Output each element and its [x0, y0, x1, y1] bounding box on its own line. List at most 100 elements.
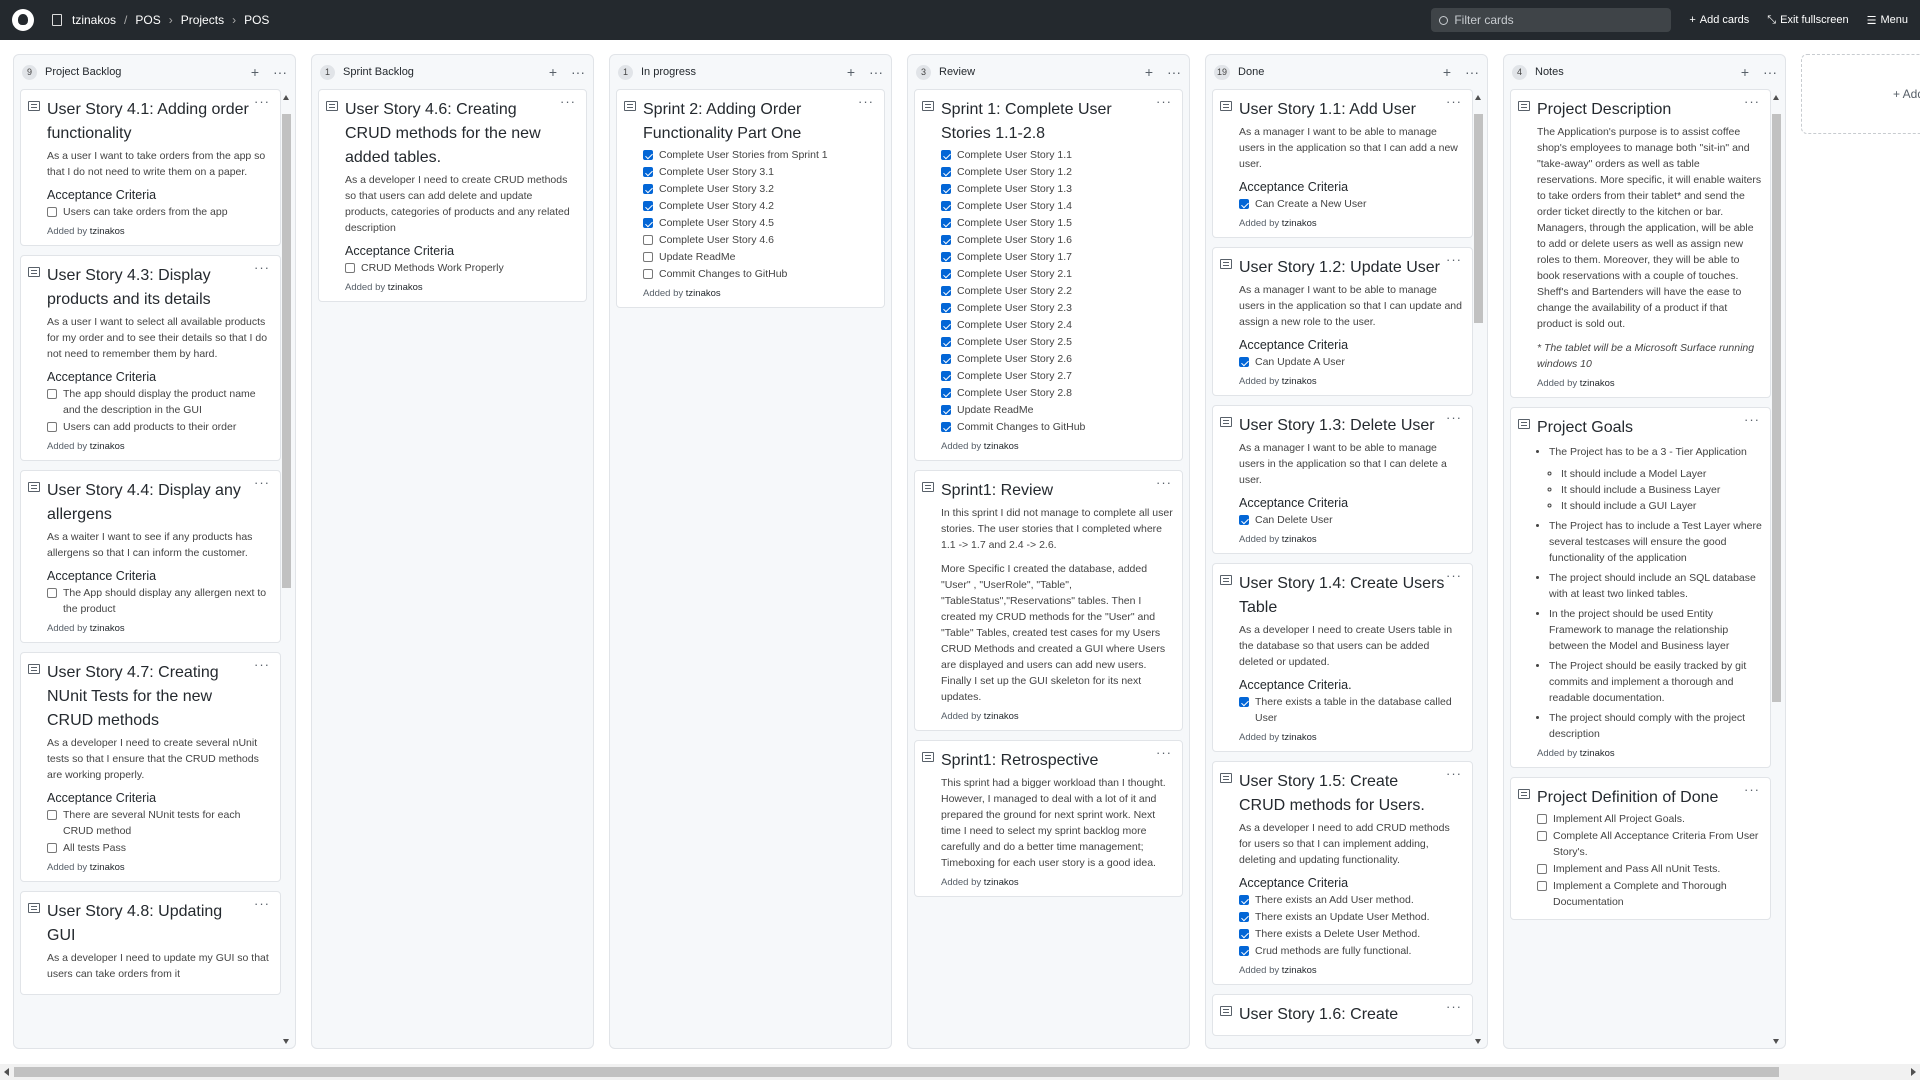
note-card[interactable]: ··· User Story 4.7: Creating NUnit Tests …	[20, 652, 281, 882]
task-checkbox[interactable]	[941, 422, 951, 432]
note-card[interactable]: ··· Project Description The Application's …	[1510, 89, 1771, 398]
note-card[interactable]: ··· User Story 4.6: Creating CRUD methods…	[318, 89, 587, 302]
note-card[interactable]: ··· User Story 4.8: Updating GUI As a deve…	[20, 891, 281, 995]
task-checkbox[interactable]	[643, 150, 653, 160]
task-checkbox[interactable]	[643, 269, 653, 279]
task-checkbox[interactable]	[643, 167, 653, 177]
task-checkbox[interactable]	[941, 167, 951, 177]
scroll-up-icon[interactable]	[1773, 95, 1779, 100]
task-checkbox[interactable]	[643, 201, 653, 211]
note-card[interactable]: ··· User Story 4.3: Display products and …	[20, 255, 281, 461]
scroll-left-icon[interactable]	[4, 1068, 9, 1076]
card-menu-icon[interactable]: ···	[1446, 252, 1462, 267]
author-link[interactable]: tzinakos	[90, 862, 125, 873]
task-checkbox[interactable]	[941, 405, 951, 415]
add-cards-button[interactable]: + Add cards	[1689, 14, 1749, 26]
author-link[interactable]: tzinakos	[984, 877, 1019, 888]
add-card-icon[interactable]: +	[1145, 64, 1153, 80]
note-card[interactable]: ··· Sprint1: Retrospective This sprint had…	[914, 740, 1183, 897]
task-checkbox[interactable]	[1239, 515, 1249, 525]
task-checkbox[interactable]	[1239, 199, 1249, 209]
card-menu-icon[interactable]: ···	[254, 94, 270, 109]
task-checkbox[interactable]	[1537, 814, 1547, 824]
task-checkbox[interactable]	[941, 388, 951, 398]
task-checkbox[interactable]	[941, 269, 951, 279]
add-card-icon[interactable]: +	[1741, 64, 1749, 80]
card-menu-icon[interactable]: ···	[254, 657, 270, 672]
note-card[interactable]: ··· User Story 1.4: Create Users Table As …	[1212, 563, 1473, 752]
card-menu-icon[interactable]: ···	[1744, 782, 1760, 797]
author-link[interactable]: tzinakos	[1282, 218, 1317, 229]
task-checkbox[interactable]	[47, 422, 57, 432]
vertical-scrollbar[interactable]	[1474, 95, 1483, 1044]
card-menu-icon[interactable]: ···	[254, 475, 270, 490]
filter-cards-input[interactable]: Filter cards	[1431, 8, 1672, 32]
column-menu-icon[interactable]: ···	[1465, 64, 1479, 80]
task-checkbox[interactable]	[643, 235, 653, 245]
task-checkbox[interactable]	[941, 201, 951, 211]
author-link[interactable]: tzinakos	[90, 623, 125, 634]
author-link[interactable]: tzinakos	[984, 711, 1019, 722]
scroll-up-icon[interactable]	[1475, 95, 1481, 100]
card-menu-icon[interactable]: ···	[1446, 94, 1462, 109]
task-checkbox[interactable]	[47, 207, 57, 217]
task-checkbox[interactable]	[47, 389, 57, 399]
scroll-down-icon[interactable]	[1475, 1039, 1481, 1044]
card-menu-icon[interactable]: ···	[1156, 94, 1172, 109]
note-card[interactable]: ··· User Story 4.4: Display any allergens…	[20, 470, 281, 643]
task-checkbox[interactable]	[1537, 881, 1547, 891]
task-checkbox[interactable]	[941, 252, 951, 262]
note-card[interactable]: ··· Sprint 1: Complete User Stories 1.1-2…	[914, 89, 1183, 461]
note-card[interactable]: ··· User Story 1.6: Create	[1212, 994, 1473, 1036]
note-card[interactable]: ··· Project Goals The Project has to be a …	[1510, 407, 1771, 768]
task-checkbox[interactable]	[1239, 357, 1249, 367]
task-checkbox[interactable]	[345, 263, 355, 273]
task-checkbox[interactable]	[643, 252, 653, 262]
scroll-right-icon[interactable]	[1911, 1068, 1916, 1076]
card-menu-icon[interactable]: ···	[1744, 94, 1760, 109]
add-card-icon[interactable]: +	[1443, 64, 1451, 80]
add-card-icon[interactable]: +	[251, 64, 259, 80]
column-menu-icon[interactable]: ···	[571, 64, 585, 80]
note-card[interactable]: ··· Project Definition of Done Implement A…	[1510, 777, 1771, 920]
task-checkbox[interactable]	[47, 810, 57, 820]
exit-fullscreen-button[interactable]: ⤡ Exit fullscreen	[1767, 14, 1848, 27]
add-card-icon[interactable]: +	[549, 64, 557, 80]
add-column-button[interactable]: + Add	[1801, 54, 1920, 134]
task-checkbox[interactable]	[1537, 864, 1547, 874]
task-checkbox[interactable]	[47, 588, 57, 598]
breadcrumb-projects[interactable]: Projects	[181, 13, 224, 27]
author-link[interactable]: tzinakos	[1282, 534, 1317, 545]
task-checkbox[interactable]	[941, 235, 951, 245]
column-menu-icon[interactable]: ···	[1763, 64, 1777, 80]
card-menu-icon[interactable]: ···	[1446, 568, 1462, 583]
scroll-down-icon[interactable]	[283, 1039, 289, 1044]
card-menu-icon[interactable]: ···	[1744, 412, 1760, 427]
task-checkbox[interactable]	[643, 218, 653, 228]
note-card[interactable]: ··· User Story 1.3: Delete User As a manag…	[1212, 405, 1473, 554]
card-menu-icon[interactable]: ···	[1156, 745, 1172, 760]
task-checkbox[interactable]	[1239, 946, 1249, 956]
note-card[interactable]: ··· Sprint 2: Adding Order Functionality …	[616, 89, 885, 308]
column-menu-icon[interactable]: ···	[1167, 64, 1181, 80]
card-menu-icon[interactable]: ···	[560, 94, 576, 109]
task-checkbox[interactable]	[941, 337, 951, 347]
task-checkbox[interactable]	[941, 371, 951, 381]
card-menu-icon[interactable]: ···	[1446, 410, 1462, 425]
card-menu-icon[interactable]: ···	[1446, 999, 1462, 1014]
card-menu-icon[interactable]: ···	[254, 896, 270, 911]
task-checkbox[interactable]	[1537, 831, 1547, 841]
task-checkbox[interactable]	[941, 218, 951, 228]
note-card[interactable]: ··· User Story 4.1: Adding order function…	[20, 89, 281, 246]
author-link[interactable]: tzinakos	[388, 282, 423, 293]
horizontal-scrollbar[interactable]	[0, 1064, 1920, 1080]
note-card[interactable]: ··· User Story 1.1: Add User As a manager …	[1212, 89, 1473, 238]
column-menu-icon[interactable]: ···	[273, 64, 287, 80]
scrollbar-thumb[interactable]	[1772, 113, 1781, 703]
task-checkbox[interactable]	[941, 150, 951, 160]
vertical-scrollbar[interactable]	[1772, 95, 1781, 1044]
breadcrumb-owner[interactable]: tzinakos	[72, 13, 116, 27]
task-checkbox[interactable]	[1239, 895, 1249, 905]
column-menu-icon[interactable]: ···	[869, 64, 883, 80]
task-checkbox[interactable]	[941, 354, 951, 364]
